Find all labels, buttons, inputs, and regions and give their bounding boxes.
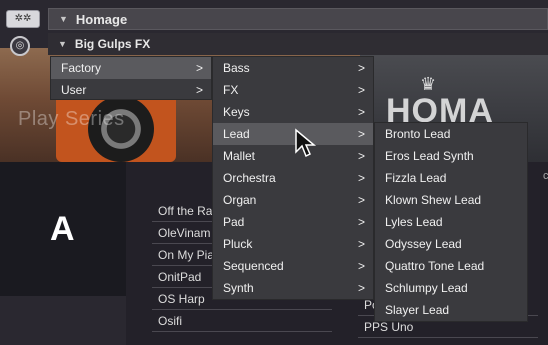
edge-text: c	[543, 170, 548, 182]
section-letter: A	[50, 210, 75, 248]
menu-item-preset[interactable]: Lyles Lead	[375, 211, 527, 233]
instrument-title-bar[interactable]: ▼ Homage	[48, 8, 548, 30]
menu-item-label: Eros Lead Synth	[385, 149, 474, 163]
chevron-right-icon: >	[357, 149, 365, 163]
menu-item-lead[interactable]: Lead >	[213, 123, 373, 145]
mouse-pointer-icon	[295, 128, 317, 158]
menu-item-orchestra[interactable]: Orchestra >	[213, 167, 373, 189]
menu-item-pluck[interactable]: Pluck >	[213, 233, 373, 255]
menu-item-preset[interactable]: Eros Lead Synth	[375, 145, 527, 167]
menu-item-pad[interactable]: Pad >	[213, 211, 373, 233]
menu-item-label: User	[61, 83, 87, 97]
menu-item-label: Quattro Tone Lead	[385, 259, 485, 273]
chevron-right-icon: >	[357, 61, 365, 75]
menu-item-label: Odyssey Lead	[385, 237, 462, 251]
gear-icon[interactable]: ✲✲	[6, 10, 40, 28]
menu-item-label: Slayer Lead	[385, 303, 450, 317]
chevron-right-icon: >	[357, 105, 365, 119]
preset-menu: Bronto Lead Eros Lead Synth Fizzla Lead …	[374, 122, 528, 322]
play-series-label: Play Series	[18, 108, 125, 130]
chevron-right-icon: >	[195, 61, 203, 75]
menu-item-preset[interactable]: Klown Shew Lead	[375, 189, 527, 211]
menu-item-keys[interactable]: Keys >	[213, 101, 373, 123]
menu-item-synth[interactable]: Synth >	[213, 277, 373, 299]
triangle-down-icon: ▼	[59, 14, 68, 24]
chevron-right-icon: >	[357, 237, 365, 251]
menu-item-label: Bronto Lead	[385, 127, 451, 141]
menu-item-label: Synth	[223, 281, 254, 295]
menu-item-label: Lead	[223, 127, 250, 141]
menu-item-label: Organ	[223, 193, 257, 207]
triangle-down-icon: ▼	[58, 39, 67, 49]
menu-item-preset[interactable]: Bronto Lead	[375, 123, 527, 145]
menu-item-preset[interactable]: Quattro Tone Lead	[375, 255, 527, 277]
menu-item-label: Sequenced	[223, 259, 284, 273]
library-menu: Factory > User >	[50, 56, 212, 100]
menu-item-label: Fizzla Lead	[385, 171, 447, 185]
menu-item-bass[interactable]: Bass >	[213, 57, 373, 79]
preset-name: Big Gulps FX	[74, 37, 151, 51]
preset-list-item[interactable]: Osifi	[152, 310, 332, 332]
chevron-right-icon: >	[357, 83, 365, 97]
menu-item-label: FX	[223, 83, 239, 97]
menu-item-preset[interactable]: Schlumpy Lead	[375, 277, 527, 299]
menu-item-label: Bass	[223, 61, 250, 75]
chevron-right-icon: >	[357, 171, 365, 185]
menu-item-label: Mallet	[223, 149, 256, 163]
menu-item-label: Schlumpy Lead	[385, 281, 468, 295]
menu-item-label: Klown Shew Lead	[385, 193, 482, 207]
letter-panel-footer	[0, 296, 126, 345]
menu-item-preset[interactable]: Odyssey Lead	[375, 233, 527, 255]
category-menu: Bass > FX > Keys > Lead > Mallet > Orche…	[212, 56, 374, 300]
menu-item-organ[interactable]: Organ >	[213, 189, 373, 211]
menu-item-preset[interactable]: Slayer Lead	[375, 299, 527, 321]
menu-item-label: Lyles Lead	[385, 215, 443, 229]
chevron-right-icon: >	[357, 127, 365, 141]
chevron-right-icon: >	[357, 259, 365, 273]
menu-item-label: Pluck	[223, 237, 253, 251]
chevron-right-icon: >	[357, 193, 365, 207]
preset-selector[interactable]: ▼ Big Gulps FX	[48, 33, 548, 55]
chevron-right-icon: >	[357, 215, 365, 229]
menu-item-label: Keys	[223, 105, 250, 119]
menu-item-mallet[interactable]: Mallet >	[213, 145, 373, 167]
chevron-right-icon: >	[357, 281, 365, 295]
menu-item-label: Factory	[61, 61, 102, 75]
menu-item-label: Orchestra	[223, 171, 276, 185]
settings-circle-icon[interactable]: ◎	[10, 36, 30, 56]
menu-item-preset[interactable]: Fizzla Lead	[375, 167, 527, 189]
menu-item-factory[interactable]: Factory >	[51, 57, 211, 79]
chevron-right-icon: >	[195, 83, 203, 97]
menu-item-user[interactable]: User >	[51, 79, 211, 101]
menu-item-sequenced[interactable]: Sequenced >	[213, 255, 373, 277]
menu-item-label: Pad	[223, 215, 245, 229]
instrument-title: Homage	[75, 11, 128, 27]
menu-item-fx[interactable]: FX >	[213, 79, 373, 101]
